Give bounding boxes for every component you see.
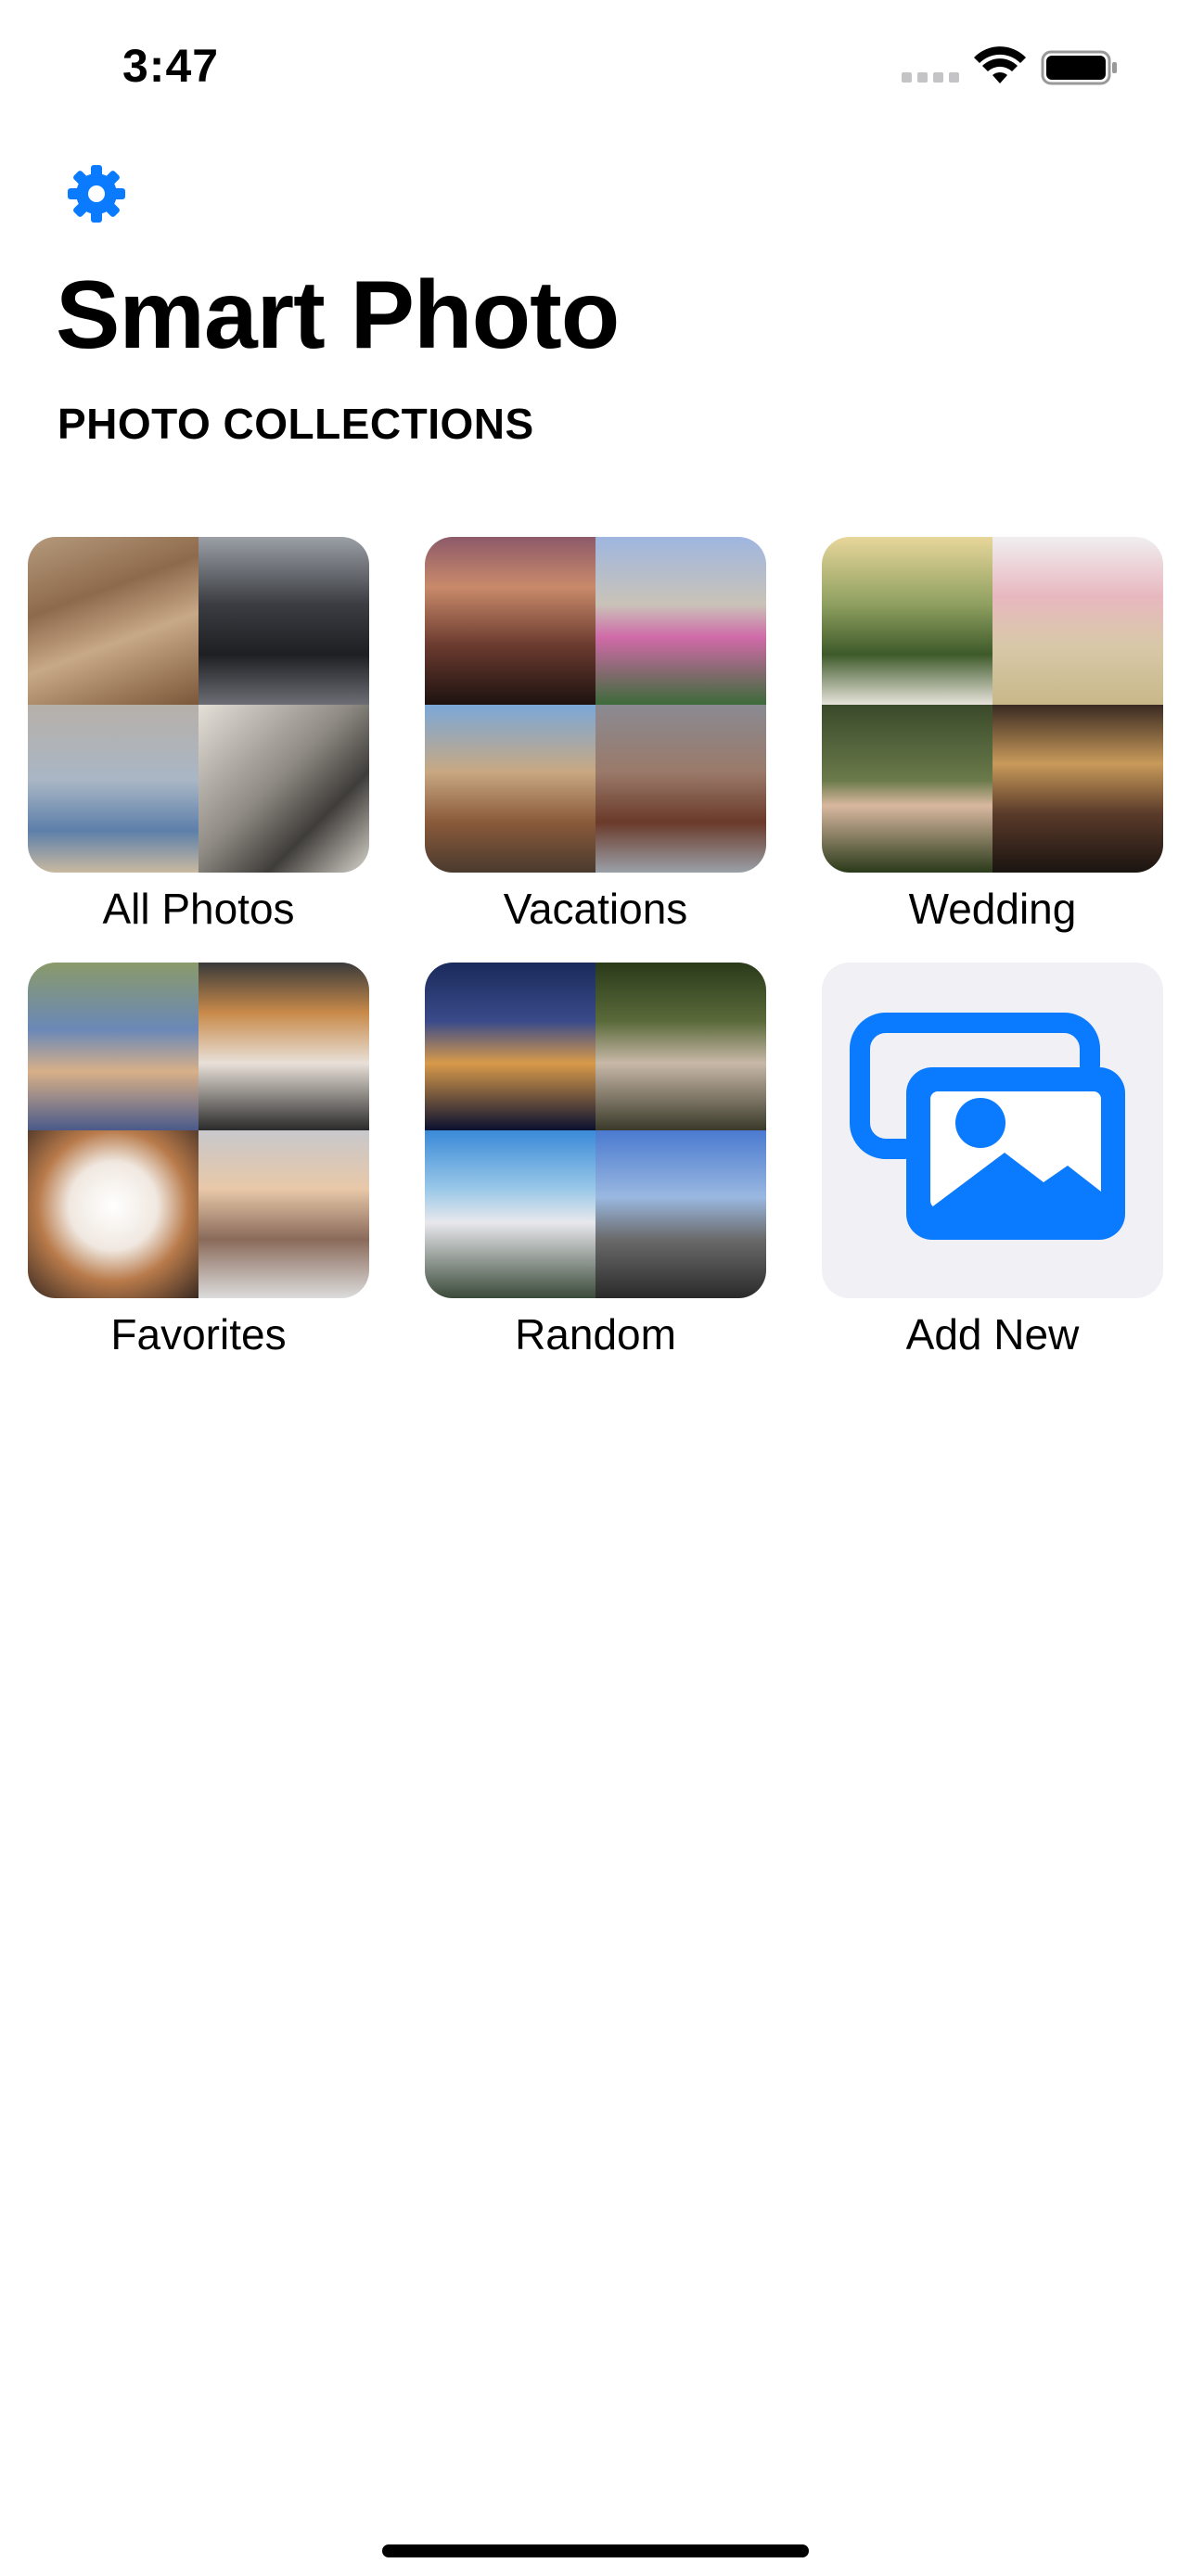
photo-thumbnail: [822, 705, 992, 873]
photo-thumbnail: [425, 705, 596, 873]
photo-thumbnail: [992, 705, 1163, 873]
collection-label: All Photos: [102, 885, 295, 933]
photo-thumbnail: [28, 1130, 198, 1298]
photo-thumbnail: [425, 537, 596, 705]
status-indicators: [902, 45, 1124, 89]
photo-thumbnail: [198, 537, 369, 705]
battery-icon: [1041, 50, 1117, 85]
photo-thumbnail: [425, 963, 596, 1130]
page-title: Smart Photo: [56, 261, 620, 369]
photo-thumbnail: [28, 963, 198, 1130]
collection-label: Favorites: [110, 1310, 287, 1358]
collection-label: Wedding: [908, 885, 1077, 933]
collection-vacations[interactable]: Vacations: [425, 537, 766, 933]
collection-all-photos[interactable]: All Photos: [28, 537, 369, 933]
collection-thumbnail: [425, 537, 766, 873]
photo-thumbnail: [198, 705, 369, 873]
photo-thumbnail: [596, 705, 766, 873]
photo-stack-icon: [850, 1013, 1125, 1240]
collection-favorites[interactable]: Favorites: [28, 963, 369, 1358]
collection-label: Vacations: [503, 885, 688, 933]
photo-thumbnail: [198, 1130, 369, 1298]
add-new-collection-button[interactable]: Add New: [822, 963, 1163, 1358]
photo-thumbnail: [596, 537, 766, 705]
collection-thumbnail: [28, 963, 369, 1298]
cellular-signal-icon: [902, 72, 959, 83]
photo-thumbnail: [28, 537, 198, 705]
home-indicator[interactable]: [382, 2544, 809, 2557]
screen: 3:47 Smart Photo PHOTO COLLECTIONS All P…: [0, 0, 1191, 2576]
collection-thumbnail: [28, 537, 369, 873]
photo-thumbnail: [992, 537, 1163, 705]
collection-thumbnail: [425, 963, 766, 1298]
section-title: PHOTO COLLECTIONS: [58, 400, 534, 448]
photo-thumbnail: [28, 705, 198, 873]
status-time: 3:47: [122, 40, 220, 92]
photo-thumbnail: [198, 963, 369, 1130]
gear-icon[interactable]: [65, 162, 128, 225]
collection-random[interactable]: Random: [425, 963, 766, 1358]
photo-thumbnail: [822, 537, 992, 705]
collection-label: Add New: [905, 1310, 1080, 1358]
photo-thumbnail: [425, 1130, 596, 1298]
photo-thumbnail: [596, 1130, 766, 1298]
wifi-icon: [974, 46, 1026, 83]
collection-wedding[interactable]: Wedding: [822, 537, 1163, 933]
collection-thumbnail: [822, 537, 1163, 873]
collection-label: Random: [515, 1310, 676, 1358]
add-new-thumbnail: [822, 963, 1163, 1298]
photo-thumbnail: [596, 963, 766, 1130]
